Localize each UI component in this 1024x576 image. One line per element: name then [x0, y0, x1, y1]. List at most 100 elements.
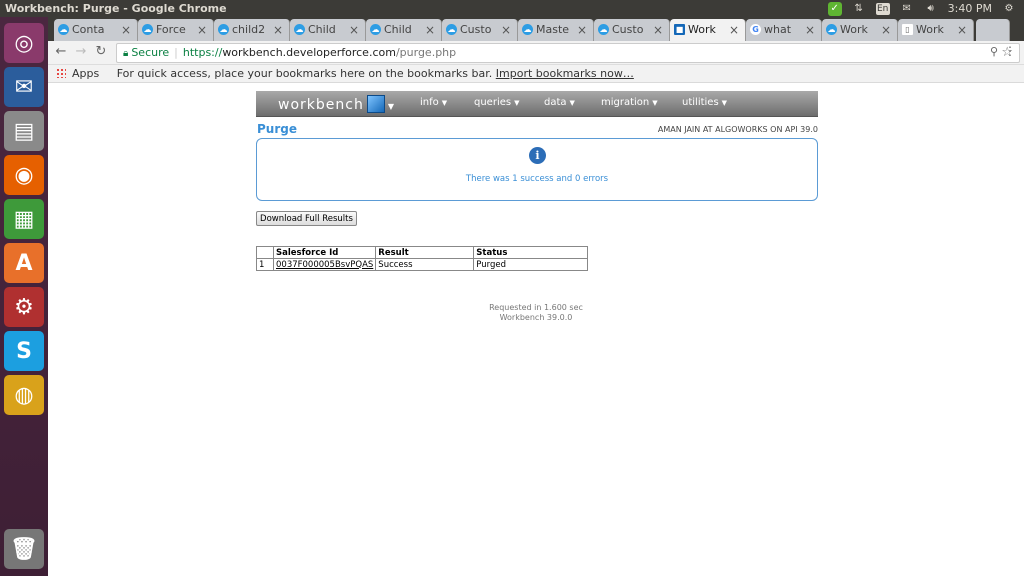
browser-tab[interactable]: ☁ Force ×: [138, 19, 214, 41]
tab-close-icon[interactable]: ×: [729, 19, 739, 41]
table-header-row: Salesforce Id Result Status: [256, 246, 589, 259]
download-full-results-button[interactable]: Download Full Results: [256, 211, 357, 226]
software-center-icon[interactable]: A: [4, 243, 44, 283]
url-path: /purge.php: [395, 46, 457, 59]
salesforce-cloud-icon: ☁: [370, 24, 381, 35]
chevron-down-icon: ▼: [652, 99, 658, 107]
column-header: Result: [375, 246, 475, 259]
window-title: Workbench: Purge - Google Chrome: [5, 2, 227, 15]
menu-info[interactable]: info ▼: [420, 97, 447, 108]
forward-arrow-icon[interactable]: →: [72, 44, 90, 59]
chevron-down-icon: ▼: [514, 99, 520, 107]
volume-icon[interactable]: 🔊︎: [924, 2, 938, 15]
reload-icon[interactable]: ↻: [92, 44, 110, 59]
tab-close-icon[interactable]: ×: [197, 19, 207, 41]
result-message: There was 1 success and 0 errors: [465, 174, 609, 184]
settings-gear-icon[interactable]: ⚙: [1002, 2, 1016, 15]
apps-grid-icon[interactable]: [56, 68, 66, 78]
browser-tab[interactable]: ☁ Child ×: [290, 19, 366, 41]
tab-close-icon[interactable]: ×: [653, 19, 663, 41]
system-tray: ✓ ⇅ En ✉ 🔊︎ 3:40 PM ⚙: [827, 0, 1024, 17]
tab-close-icon[interactable]: ×: [881, 19, 891, 41]
system-settings-icon[interactable]: ⚙: [4, 287, 44, 327]
ubuntu-launcher: ◎ ✉ ▤ ◉ ▦ A ⚙ S ◍ 🗑︎: [0, 17, 48, 576]
bookmarks-bar: Apps For quick access, place your bookma…: [48, 65, 1024, 83]
extension-icon[interactable]: ⚲: [990, 45, 998, 58]
workbench-version: Workbench 39.0.0: [499, 313, 573, 322]
address-bar[interactable]: 🔒︎ Secure | https://workbench.developerforc…: [116, 43, 1020, 63]
tab-close-icon[interactable]: ×: [273, 19, 283, 41]
salesforce-cloud-icon: ☁: [522, 24, 533, 35]
keyboard-language[interactable]: En: [875, 2, 890, 15]
browser-tab[interactable]: ☁ Custo ×: [442, 19, 518, 41]
new-tab-button[interactable]: [976, 19, 1010, 41]
browser-tab[interactable]: ☁ Conta ×: [54, 19, 138, 41]
trash-icon[interactable]: 🗑︎: [4, 529, 44, 569]
network-icon[interactable]: ⇅: [852, 2, 866, 15]
tab-close-icon[interactable]: ×: [957, 19, 967, 41]
tab-close-icon[interactable]: ×: [425, 19, 435, 41]
url-scheme: https://: [182, 46, 223, 59]
workbench-logo[interactable]: workbench ▼: [278, 95, 395, 113]
firefox-icon[interactable]: ◉: [4, 155, 44, 195]
tab-close-icon[interactable]: ×: [577, 19, 587, 41]
page-footer: Requested in 1.600 sec Workbench 39.0.0: [48, 303, 1024, 323]
salesforce-id-link[interactable]: 0037F000005BsvPQAS: [276, 260, 373, 270]
ubuntu-dash-icon[interactable]: ◎: [4, 23, 44, 63]
chrome-menu-icon[interactable]: ⋮: [1004, 44, 1016, 58]
apps-shortcut[interactable]: Apps: [72, 67, 99, 80]
clock[interactable]: 3:40 PM: [948, 0, 992, 17]
browser-tab[interactable]: Gwhat ×: [746, 19, 822, 41]
page-content: workbench ▼ info ▼ queries ▼ data ▼ migratio…: [48, 83, 1024, 576]
browser-toolbar: ← → ↻ 🔒︎ Secure | https://workbench.develop…: [48, 41, 1024, 65]
browser-tab[interactable]: ☁ child2 ×: [214, 19, 290, 41]
workbench-navbar: workbench ▼ info ▼ queries ▼ data ▼ migratio…: [256, 91, 818, 117]
info-icon: i: [529, 147, 546, 164]
skype-icon[interactable]: S: [4, 331, 44, 371]
thunderbird-icon[interactable]: ✉: [4, 67, 44, 107]
results-table: Salesforce Id Result Status 1 0037F00000…: [256, 246, 589, 271]
workbench-cube-icon: [366, 95, 385, 113]
result-cell: Success: [375, 258, 475, 271]
workbench-cube-icon: ■: [674, 24, 685, 35]
row-number: 1: [256, 258, 274, 271]
update-check-icon[interactable]: ✓: [827, 1, 842, 16]
menu-data[interactable]: data ▼: [544, 97, 575, 108]
result-message-box: i There was 1 success and 0 errors: [256, 138, 818, 201]
page-title: Purge: [257, 122, 297, 136]
document-icon: ▯: [902, 24, 913, 35]
chevron-down-icon: ▼: [569, 99, 575, 107]
menu-migration[interactable]: migration ▼: [601, 97, 658, 108]
calc-spreadsheet-icon[interactable]: ▦: [4, 199, 44, 239]
browser-tab[interactable]: ☁ Custo ×: [594, 19, 670, 41]
tab-close-icon[interactable]: ×: [349, 19, 359, 41]
salesforce-cloud-icon: ☁: [598, 24, 609, 35]
browser-tab-active[interactable]: ■ Work ×: [670, 19, 746, 41]
chrome-icon[interactable]: ◍: [4, 375, 44, 415]
salesforce-cloud-icon: ☁: [142, 24, 153, 35]
browser-tab[interactable]: ☁ Child ×: [366, 19, 442, 41]
browser-tab-strip: ☁ Conta × ☁ Force × ☁ child2 × ☁ Child × ☁ Child ×…: [48, 17, 1024, 41]
back-arrow-icon[interactable]: ←: [52, 44, 70, 59]
browser-tab[interactable]: ☁ Maste ×: [518, 19, 594, 41]
lock-icon: 🔒︎: [123, 48, 129, 59]
user-info: AMAN JAIN AT ALGOWORKS ON API 39.0: [657, 125, 818, 134]
browser-tab[interactable]: ▯ Work ×: [898, 19, 974, 41]
mail-icon[interactable]: ✉: [900, 2, 914, 15]
menu-queries[interactable]: queries ▼: [474, 97, 519, 108]
salesforce-cloud-icon: ☁: [294, 24, 305, 35]
tab-close-icon[interactable]: ×: [501, 19, 511, 41]
tab-close-icon[interactable]: ×: [121, 19, 131, 41]
status-cell: Purged: [473, 258, 589, 271]
menu-utilities[interactable]: utilities ▼: [682, 97, 727, 108]
files-icon[interactable]: ▤: [4, 111, 44, 151]
column-header: Status: [473, 246, 589, 259]
browser-tab[interactable]: ☁ Work ×: [822, 19, 898, 41]
salesforce-cloud-icon: ☁: [826, 24, 837, 35]
bookmarks-hint: For quick access, place your bookmarks h…: [116, 67, 493, 80]
import-bookmarks-link[interactable]: Import bookmarks now…: [496, 67, 634, 80]
google-icon: G: [750, 24, 761, 35]
column-header: [256, 246, 274, 259]
window-titlebar: Workbench: Purge - Google Chrome ✓ ⇅ En …: [0, 0, 1024, 17]
tab-close-icon[interactable]: ×: [805, 19, 815, 41]
